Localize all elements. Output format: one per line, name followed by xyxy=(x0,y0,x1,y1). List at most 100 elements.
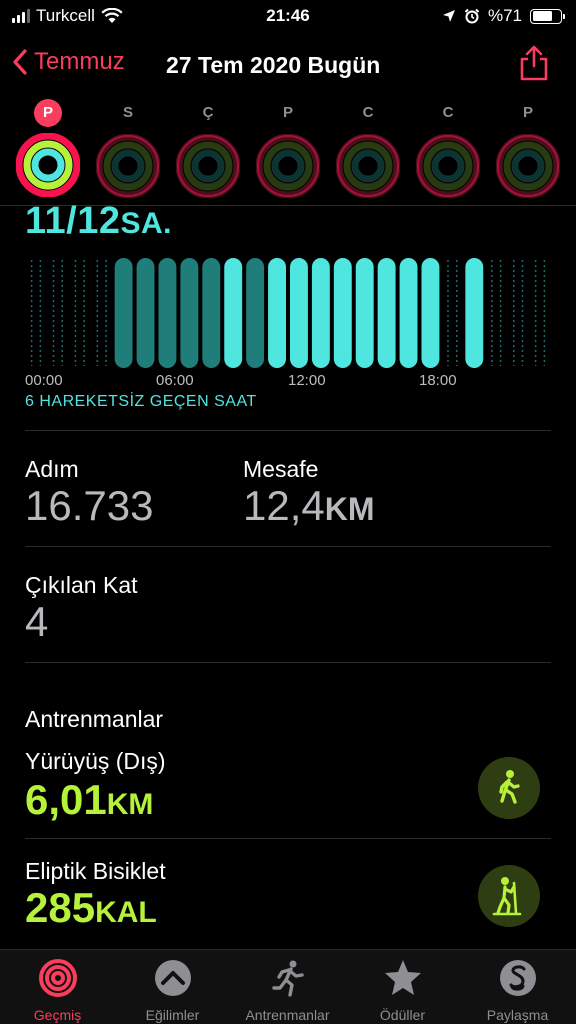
workout-value-number: 285 xyxy=(25,884,96,931)
week-strip: PSÇPCCP xyxy=(8,98,568,204)
battery-percent: %71 xyxy=(487,6,522,25)
day-letter: Ç xyxy=(202,104,214,121)
tab-sharing[interactable]: Paylaşma xyxy=(460,958,575,1023)
divider xyxy=(25,946,551,947)
day-letter: P xyxy=(522,104,533,121)
stand-hours-unit: SA. xyxy=(120,207,173,240)
rings-icon xyxy=(38,959,77,997)
stand-hour-bar xyxy=(224,258,243,368)
trends-icon xyxy=(154,960,191,996)
tab-label: Geçmiş xyxy=(33,1007,82,1023)
day-letter: P xyxy=(282,104,293,121)
runner-icon xyxy=(271,960,304,997)
time-label-6: 06:00 xyxy=(156,372,194,389)
workout-value: 285KAL xyxy=(25,884,157,932)
star-icon xyxy=(384,960,421,995)
stand-hour-bar xyxy=(333,258,352,368)
workout-value-unit: KM xyxy=(106,788,154,821)
battery-icon xyxy=(530,8,565,24)
status-bar: Turkcell 21:46 %71 xyxy=(0,0,576,34)
workout-name: Yürüyüş (Dış) xyxy=(25,748,166,774)
time-label-18: 18:00 xyxy=(419,372,457,389)
tab-history[interactable]: Geçmiş xyxy=(0,958,115,1023)
stand-hours-chart xyxy=(30,258,546,368)
workout-value: 6,01KM xyxy=(25,776,153,824)
workouts-title: Antrenmanlar xyxy=(25,706,164,732)
stand-hour-bar xyxy=(202,258,221,368)
divider xyxy=(25,546,551,547)
stand-hour-bar xyxy=(180,258,199,368)
stand-hour-bar xyxy=(421,258,440,368)
alarm-icon xyxy=(464,8,480,24)
stand-hour-bar xyxy=(377,258,396,368)
location-icon xyxy=(442,10,455,22)
stand-time-axis: 00:00 06:00 12:00 18:00 xyxy=(25,372,551,390)
distance-number: 12,4 xyxy=(243,482,325,529)
steps-label: Adım xyxy=(25,456,79,482)
tab-bar: Geçmiş Eğilimler Antrenmanlar Ödüller Pa… xyxy=(0,949,576,1024)
elliptical-icon xyxy=(478,865,540,927)
activity-rings-icon xyxy=(255,133,321,199)
page-title: 27 Tem 2020 Bugün xyxy=(166,52,381,78)
tab-label: Paylaşma xyxy=(486,1007,549,1023)
back-label: Temmuz xyxy=(34,48,125,75)
walking-icon xyxy=(478,757,540,819)
tab-label: Antrenmanlar xyxy=(245,1007,330,1023)
status-right: %71 xyxy=(442,6,565,26)
stand-hour-bar xyxy=(290,258,308,368)
day-6[interactable]: P xyxy=(488,98,568,203)
sharing-icon xyxy=(499,960,536,996)
tab-label: Eğilimler xyxy=(145,1007,200,1023)
day-3[interactable]: P xyxy=(248,98,328,203)
stand-hour-bar xyxy=(399,258,418,368)
stand-hour-bar xyxy=(465,258,484,368)
activity-rings-icon xyxy=(495,133,561,199)
share-icon[interactable] xyxy=(518,44,550,82)
activity-rings-icon xyxy=(15,132,81,198)
stand-hour-bar xyxy=(114,258,133,368)
chevron-left-icon xyxy=(13,49,27,75)
time-label-0: 00:00 xyxy=(25,372,63,389)
time-label-12: 12:00 xyxy=(288,372,326,389)
stand-hour-bar xyxy=(246,258,265,368)
day-0[interactable]: P xyxy=(8,98,88,202)
activity-rings-icon xyxy=(335,133,401,199)
navigation-bar: Temmuz 27 Tem 2020 Bugün xyxy=(0,38,576,94)
workout-value-number: 6,01 xyxy=(25,776,107,823)
distance-label: Mesafe xyxy=(243,456,319,482)
day-letter: C xyxy=(362,104,374,121)
distance-value: 12,4KM xyxy=(243,482,375,530)
workout-value-unit: KAL xyxy=(95,896,157,929)
stand-hours-value: 11/12SA. xyxy=(25,200,172,243)
stand-hour-bar xyxy=(311,258,330,368)
stand-hour-bar xyxy=(268,258,286,368)
day-letter: S xyxy=(122,104,133,121)
day-5[interactable]: C xyxy=(408,98,488,203)
day-1[interactable]: S xyxy=(88,98,168,203)
stand-hour-bar xyxy=(158,258,177,368)
day-letter: C xyxy=(442,104,454,121)
stand-hour-bar xyxy=(136,258,155,368)
floors-label: Çıkılan Kat xyxy=(25,572,138,598)
back-button[interactable]: Temmuz xyxy=(12,48,125,76)
activity-rings-icon xyxy=(175,133,241,199)
divider xyxy=(25,838,551,839)
activity-rings-icon xyxy=(95,133,161,199)
divider xyxy=(25,662,551,663)
tab-label: Ödüller xyxy=(379,1007,426,1023)
divider xyxy=(25,430,551,431)
day-letter: P xyxy=(34,99,62,127)
distance-unit: KM xyxy=(324,491,375,527)
tab-trends[interactable]: Eğilimler xyxy=(115,958,230,1023)
day-4[interactable]: C xyxy=(328,98,408,203)
stand-hours-number: 11/12 xyxy=(25,200,121,242)
inactive-hours-text: 6 HAREKETSİZ GEÇEN SAAT xyxy=(25,393,257,410)
tab-workouts[interactable]: Antrenmanlar xyxy=(230,958,345,1023)
day-2[interactable]: Ç xyxy=(168,98,248,203)
floors-value: 4 xyxy=(25,598,49,645)
tab-awards[interactable]: Ödüller xyxy=(345,958,460,1023)
activity-rings-icon xyxy=(415,133,481,199)
workout-name: Eliptik Bisiklet xyxy=(25,858,166,884)
stand-hour-bar xyxy=(355,258,374,368)
steps-value: 16.733 xyxy=(25,482,154,529)
